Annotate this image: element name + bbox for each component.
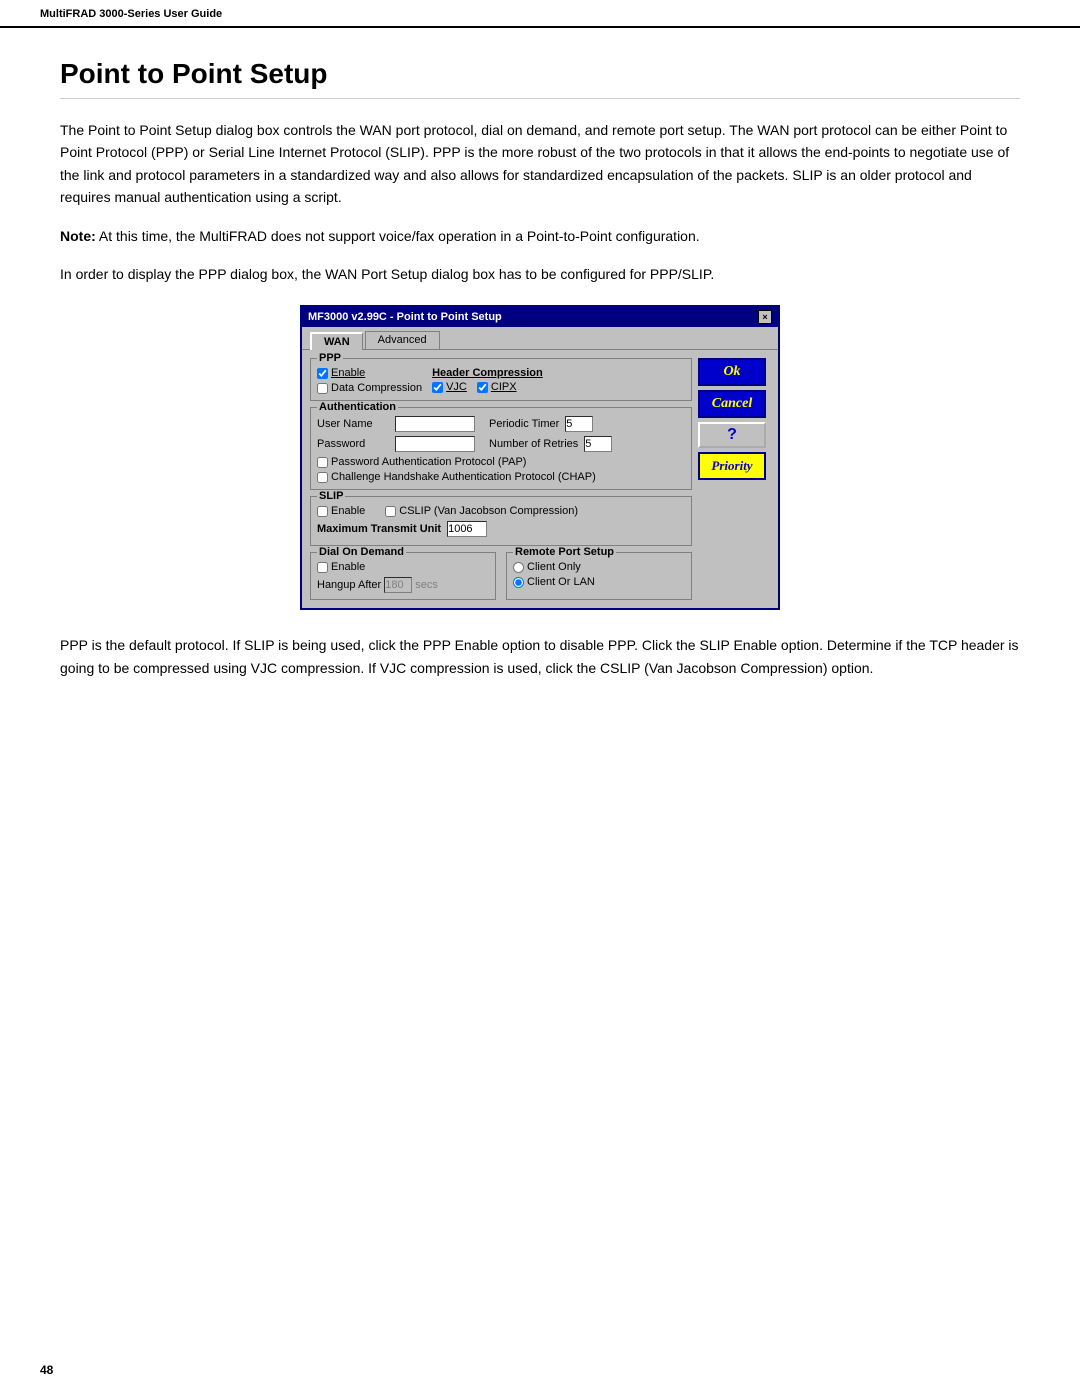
note-paragraph: Note: At this time, the MultiFRAD does n… (60, 225, 1020, 247)
slip-row2: Maximum Transmit Unit (317, 521, 685, 537)
client-only-radio[interactable] (513, 562, 524, 573)
mtu-label: Maximum Transmit Unit (317, 523, 441, 535)
username-label: User Name (317, 418, 389, 430)
note-label: Note: (60, 228, 96, 244)
remote-port-section: Remote Port Setup Client Only Client Or … (506, 552, 692, 600)
vjc-checkbox[interactable] (432, 382, 443, 393)
ppp-enable-row: Enable (317, 367, 422, 379)
remote-port-label: Remote Port Setup (513, 546, 616, 558)
slip-section-label: SLIP (317, 490, 345, 502)
slip-note: In order to display the PPP dialog box, … (60, 263, 1020, 285)
chap-row: Challenge Handshake Authentication Proto… (317, 471, 685, 483)
ppp-section-label: PPP (317, 352, 343, 364)
dialog-container: MF3000 v2.99C - Point to Point Setup × W… (60, 305, 1020, 610)
dial-demand-label: Dial On Demand (317, 546, 406, 558)
header-compression-label: Header Compression (432, 367, 685, 379)
auth-section-label: Authentication (317, 401, 398, 413)
username-row: User Name Periodic Timer (317, 416, 685, 432)
cslip-checkbox[interactable] (385, 506, 396, 517)
vjc-row: VJC (432, 381, 467, 393)
chap-label: Challenge Handshake Authentication Proto… (331, 471, 596, 483)
ppp-right: Header Compression VJC CIPX (432, 367, 685, 393)
pap-label: Password Authentication Protocol (PAP) (331, 456, 526, 468)
cipx-label: CIPX (491, 381, 517, 393)
vjc-label: VJC (446, 381, 467, 393)
header-title: MultiFRAD 3000-Series User Guide (40, 8, 222, 20)
hangup-label: Hangup After (317, 579, 381, 591)
ppp-data-compression-row: Data Compression (317, 382, 422, 394)
chap-checkbox[interactable] (317, 472, 328, 483)
page-title: Point to Point Setup (60, 58, 1020, 99)
dialog-title: MF3000 v2.99C - Point to Point Setup (308, 311, 502, 323)
hangup-row: Hangup After secs (317, 577, 489, 593)
client-only-row: Client Only (513, 561, 685, 573)
slip-row1: Enable CSLIP (Van Jacobson Compression) (317, 505, 685, 517)
help-button[interactable]: ? (698, 422, 766, 448)
ok-button[interactable]: Ok (698, 358, 766, 386)
ppp-data-compression-checkbox[interactable] (317, 383, 328, 394)
tab-advanced[interactable]: Advanced (365, 331, 440, 349)
password-label: Password (317, 438, 389, 450)
retries-label: Number of Retries (489, 438, 578, 450)
bottom-section: Dial On Demand Enable Hangup After secs (310, 552, 692, 600)
ppp-enable-label: Enable (331, 367, 365, 379)
dialog-box: MF3000 v2.99C - Point to Point Setup × W… (300, 305, 780, 610)
note-content: At this time, the MultiFRAD does not sup… (96, 228, 700, 244)
page-header: MultiFRAD 3000-Series User Guide (0, 0, 1080, 28)
cancel-button[interactable]: Cancel (698, 390, 766, 418)
dialog-left-panel: PPP Enable Data Compression (310, 358, 692, 600)
client-lan-radio[interactable] (513, 577, 524, 588)
cslip-label: CSLIP (Van Jacobson Compression) (399, 505, 578, 517)
ppp-left: Enable Data Compression (317, 367, 422, 394)
pap-checkbox[interactable] (317, 457, 328, 468)
header-comp-checks: VJC CIPX (432, 381, 685, 393)
password-input[interactable] (395, 436, 475, 452)
ppp-section: PPP Enable Data Compression (310, 358, 692, 401)
page-number: 48 (40, 1363, 53, 1377)
dialog-tabs: WAN Advanced (302, 327, 778, 349)
auth-section: Authentication User Name Periodic Timer … (310, 407, 692, 490)
mtu-input[interactable] (447, 521, 487, 537)
dial-enable-checkbox[interactable] (317, 562, 328, 573)
intro-paragraph: The Point to Point Setup dialog box cont… (60, 119, 1020, 209)
hangup-input[interactable] (384, 577, 412, 593)
dialog-right-panel: Ok Cancel ? Priority (698, 358, 770, 600)
ppp-row1: Enable Data Compression Header Compressi… (317, 367, 685, 394)
priority-button[interactable]: Priority (698, 452, 766, 480)
tab-wan[interactable]: WAN (310, 332, 363, 350)
password-row: Password Number of Retries (317, 436, 685, 452)
slip-enable-checkbox[interactable] (317, 506, 328, 517)
dialog-titlebar: MF3000 v2.99C - Point to Point Setup × (302, 307, 778, 327)
close-icon[interactable]: × (758, 310, 772, 324)
cslip-row: CSLIP (Van Jacobson Compression) (385, 505, 578, 517)
client-lan-row: Client Or LAN (513, 576, 685, 588)
page-content: Point to Point Setup The Point to Point … (0, 28, 1080, 735)
periodic-timer-label: Periodic Timer (489, 418, 559, 430)
cipx-row: CIPX (477, 381, 517, 393)
ppp-data-compression-label: Data Compression (331, 382, 422, 394)
client-lan-label: Client Or LAN (527, 576, 595, 588)
page-footer: 48 (40, 1361, 53, 1377)
dial-enable-label: Enable (331, 561, 365, 573)
username-input[interactable] (395, 416, 475, 432)
dialog-body: PPP Enable Data Compression (302, 349, 778, 608)
slip-section: SLIP Enable CSLIP (Van Jacobson Compress… (310, 496, 692, 546)
slip-enable-label: Enable (331, 505, 365, 517)
periodic-timer-input[interactable] (565, 416, 593, 432)
client-only-label: Client Only (527, 561, 581, 573)
ppp-enable-checkbox[interactable] (317, 368, 328, 379)
dial-enable-row: Enable (317, 561, 489, 573)
secs-label: secs (415, 579, 438, 591)
cipx-checkbox[interactable] (477, 382, 488, 393)
pap-row: Password Authentication Protocol (PAP) (317, 456, 685, 468)
closing-paragraph: PPP is the default protocol. If SLIP is … (60, 634, 1020, 679)
slip-enable-row: Enable (317, 505, 365, 517)
retries-input[interactable] (584, 436, 612, 452)
dial-demand-section: Dial On Demand Enable Hangup After secs (310, 552, 496, 600)
